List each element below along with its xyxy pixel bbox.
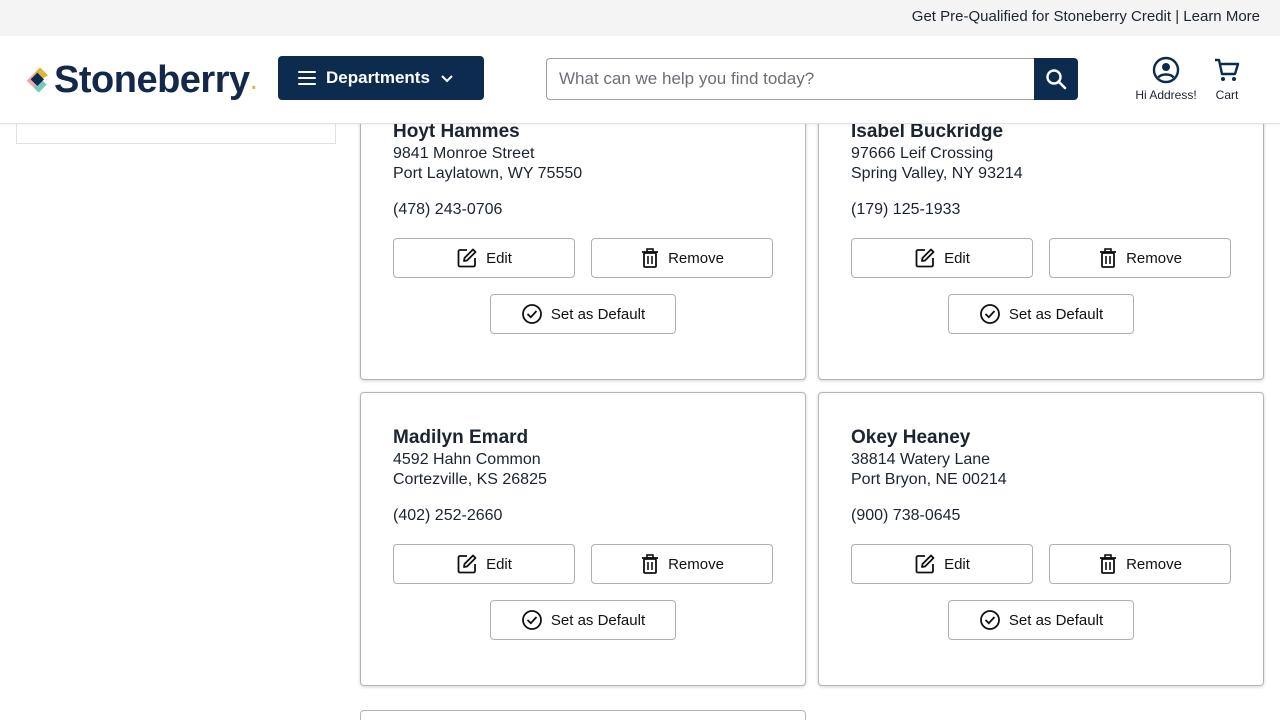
logo-mark-icon (26, 67, 49, 93)
remove-button[interactable]: Remove (591, 544, 773, 584)
address-street: 38814 Watery Lane (851, 451, 991, 468)
edit-button[interactable]: Edit (393, 238, 575, 278)
cart-label: Cart (1215, 88, 1239, 102)
check-circle-icon (521, 610, 542, 630)
edit-label: Edit (486, 249, 512, 267)
edit-label: Edit (486, 555, 512, 573)
account-button[interactable]: Hi Address! (1130, 56, 1202, 102)
trash-icon (1100, 248, 1117, 268)
address-card: Isabel Buckridge 97666 Leif Crossing Spr… (818, 86, 1264, 380)
set-default-label: Set as Default (1008, 305, 1104, 323)
address-card-partial (360, 710, 806, 720)
search-bar (546, 58, 1078, 100)
set-default-label: Set as Default (550, 305, 646, 323)
search-icon (1046, 69, 1067, 90)
check-circle-icon (979, 610, 1000, 630)
remove-label: Remove (668, 555, 724, 573)
edit-icon (457, 248, 477, 268)
address-city: Port Laylatown, WY 75550 (393, 165, 583, 182)
remove-button[interactable]: Remove (1049, 544, 1231, 584)
address-name: Madilyn Emard (393, 427, 529, 448)
edit-icon (915, 248, 935, 268)
search-button[interactable] (1034, 58, 1078, 100)
set-default-label: Set as Default (550, 611, 646, 629)
edit-button[interactable]: Edit (393, 544, 575, 584)
cart-button[interactable]: Cart (1206, 56, 1248, 102)
remove-label: Remove (668, 249, 724, 267)
address-city: Spring Valley, NY 93214 (851, 165, 1023, 182)
trash-icon (642, 554, 659, 574)
chevron-down-icon (441, 75, 453, 83)
address-phone: (402) 252-2660 (393, 507, 503, 524)
check-circle-icon (521, 304, 542, 324)
address-phone: (179) 125-1933 (851, 201, 961, 218)
logo-dot: . (249, 63, 258, 96)
site-header: Stoneberry . Departments Hi Address! (0, 36, 1280, 124)
remove-label: Remove (1126, 555, 1182, 573)
departments-button[interactable]: Departments (278, 56, 484, 100)
address-card: Okey Heaney 38814 Watery Lane Port Bryon… (818, 392, 1264, 686)
cart-icon (1215, 58, 1240, 81)
trash-icon (642, 248, 659, 268)
account-circle-icon (1152, 56, 1180, 84)
set-default-button[interactable]: Set as Default (490, 600, 676, 640)
edit-icon (457, 554, 477, 574)
check-circle-icon (979, 304, 1000, 324)
address-city: Port Bryon, NE 00214 (851, 471, 1007, 488)
edit-icon (915, 554, 935, 574)
remove-button[interactable]: Remove (1049, 238, 1231, 278)
hamburger-icon (298, 71, 316, 85)
search-input[interactable] (546, 58, 1034, 100)
address-street: 4592 Hahn Common (393, 451, 541, 468)
promo-link[interactable]: Get Pre-Qualified for Stoneberry Credit … (912, 8, 1260, 25)
address-name: Hoyt Hammes (393, 121, 520, 142)
address-street: 97666 Leif Crossing (851, 145, 994, 162)
set-default-button[interactable]: Set as Default (948, 294, 1134, 334)
address-phone: (900) 738-0645 (851, 507, 961, 524)
remove-label: Remove (1126, 249, 1182, 267)
edit-button[interactable]: Edit (851, 544, 1033, 584)
trash-icon (1100, 554, 1117, 574)
set-default-label: Set as Default (1008, 611, 1104, 629)
address-card: Madilyn Emard 4592 Hahn Common Cortezvil… (360, 392, 806, 686)
address-name: Isabel Buckridge (851, 121, 1004, 142)
address-name: Okey Heaney (851, 427, 971, 448)
departments-label: Departments (326, 68, 430, 87)
address-city: Cortezville, KS 26825 (393, 471, 547, 488)
promo-bar: Get Pre-Qualified for Stoneberry Credit … (0, 0, 1280, 36)
logo-wordmark: Stoneberry (54, 59, 250, 101)
remove-button[interactable]: Remove (591, 238, 773, 278)
address-phone: (478) 243-0706 (393, 201, 503, 218)
set-default-button[interactable]: Set as Default (948, 600, 1134, 640)
edit-button[interactable]: Edit (851, 238, 1033, 278)
address-card: Hoyt Hammes 9841 Monroe Street Port Layl… (360, 86, 806, 380)
edit-label: Edit (944, 555, 970, 573)
stoneberry-logo[interactable]: Stoneberry . (24, 58, 258, 102)
account-label: Hi Address! (1135, 88, 1197, 102)
edit-label: Edit (944, 249, 970, 267)
address-street: 9841 Monroe Street (393, 145, 535, 162)
set-default-button[interactable]: Set as Default (490, 294, 676, 334)
